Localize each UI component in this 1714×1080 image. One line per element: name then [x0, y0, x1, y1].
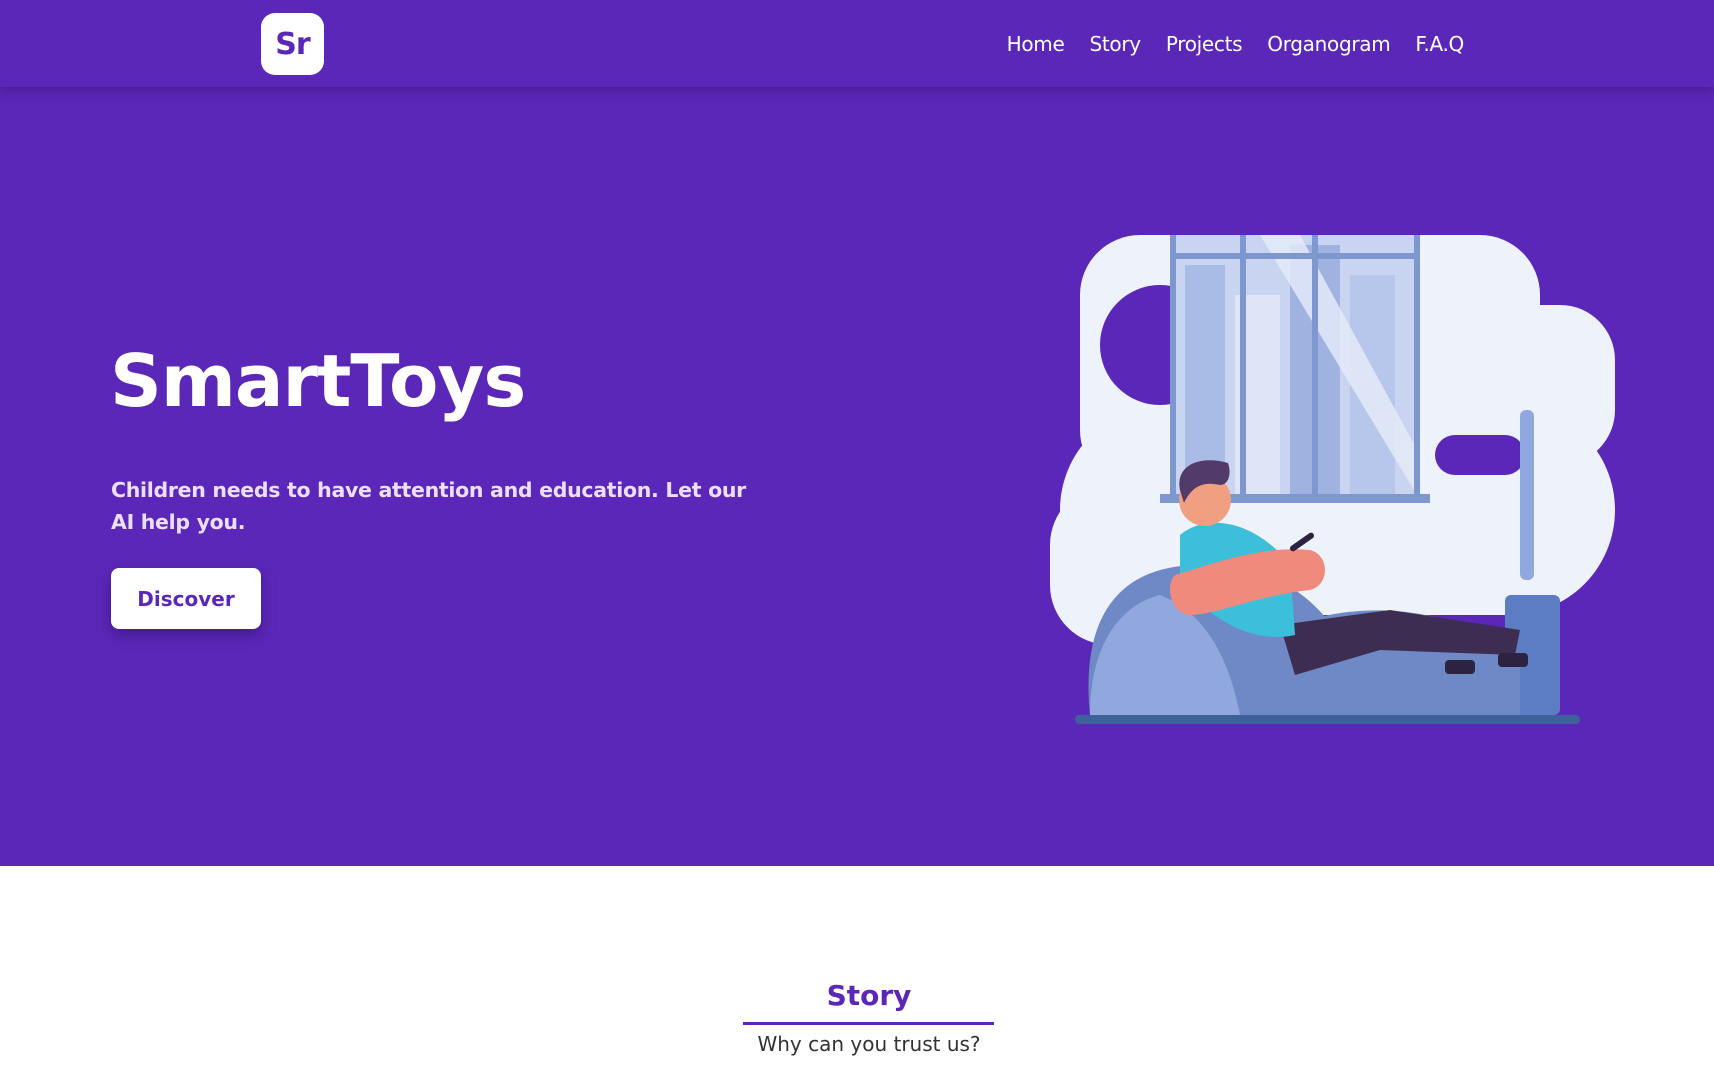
nav-link-organogram[interactable]: Organogram: [1267, 32, 1390, 56]
hero-title: SmartToys: [110, 339, 526, 423]
nav-link-home[interactable]: Home: [1007, 32, 1065, 56]
hero-section: SmartToys Children needs to have attenti…: [0, 0, 1714, 866]
discover-button[interactable]: Discover: [111, 568, 261, 629]
nav-links: Home Story Projects Organogram F.A.Q: [1007, 0, 1465, 87]
nav-link-faq[interactable]: F.A.Q: [1415, 32, 1464, 56]
hero-illustration: [1050, 235, 1615, 724]
hero-description: Children needs to have attention and edu…: [111, 478, 746, 534]
nav-link-projects[interactable]: Projects: [1166, 32, 1243, 56]
nav-link-story[interactable]: Story: [1089, 32, 1141, 56]
story-title-underline: [743, 1022, 994, 1025]
story-title: Story: [826, 979, 912, 1012]
story-subtitle: Why can you trust us?: [757, 1032, 981, 1056]
floor: [1075, 715, 1580, 724]
story-section: Story Why can you trust us?: [0, 866, 1714, 1080]
logo[interactable]: Sr: [261, 13, 324, 75]
navbar: Sr Home Story Projects Organogram F.A.Q: [0, 0, 1714, 87]
